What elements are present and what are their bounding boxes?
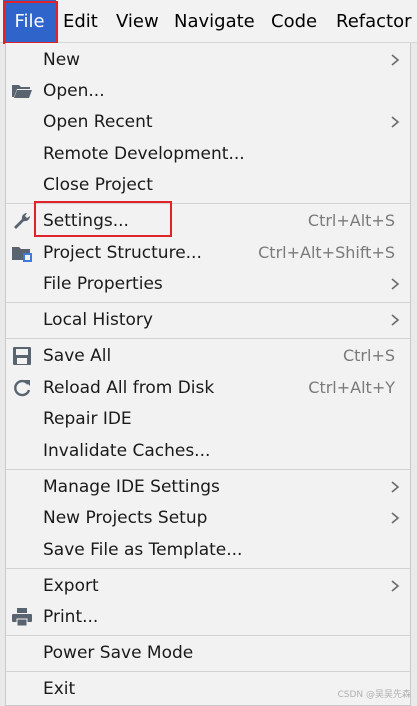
menu-item-label: New Projects Setup [43, 508, 208, 528]
menu-edit[interactable]: Edit [63, 0, 98, 42]
shortcut-label: Ctrl+Alt+Shift+S [258, 243, 395, 262]
menu-item-label: Remote Development... [43, 144, 245, 164]
menu-bar: File Edit View Navigate Code Refactor [0, 0, 417, 43]
menu-item-export[interactable]: Export [6, 571, 410, 601]
watermark: CSDN @吴吴先森 [337, 690, 411, 700]
chevron-right-icon [391, 116, 400, 128]
menu-item-project-structure[interactable]: Project Structure... Ctrl+Alt+Shift+S [6, 238, 410, 268]
menu-separator [6, 469, 410, 470]
menu-item-open-recent[interactable]: Open Recent [6, 107, 410, 137]
menu-item-label: Repair IDE [43, 409, 132, 429]
menu-item-local-history[interactable]: Local History [6, 305, 410, 335]
menu-item-power-save-mode[interactable]: Power Save Mode [6, 638, 410, 668]
menu-item-label: Local History [43, 310, 153, 330]
menu-item-label: File Properties [43, 274, 163, 294]
chevron-right-icon [391, 278, 400, 290]
menu-item-label: Print... [43, 607, 99, 627]
file-menu-dropdown: New Open... Open Recent Remote Developme… [5, 43, 411, 706]
menu-separator [6, 203, 410, 204]
menu-separator [6, 671, 410, 672]
menu-item-label: Exit [43, 679, 76, 699]
chevron-right-icon [391, 54, 400, 66]
menu-navigate[interactable]: Navigate [174, 0, 255, 42]
menu-item-remote-development[interactable]: Remote Development... [6, 139, 410, 169]
menu-separator [6, 635, 410, 636]
folder-open-icon [12, 85, 32, 98]
menu-item-label: Close Project [43, 175, 153, 195]
menu-item-label: Open... [43, 81, 105, 101]
menu-view[interactable]: View [116, 0, 159, 42]
menu-code[interactable]: Code [271, 0, 317, 42]
chevron-right-icon [391, 580, 400, 592]
wrench-icon [14, 212, 31, 229]
menu-item-open[interactable]: Open... [6, 76, 410, 106]
chevron-right-icon [391, 512, 400, 524]
printer-icon [12, 608, 32, 627]
menu-item-manage-ide-settings[interactable]: Manage IDE Settings [6, 472, 410, 502]
menu-item-label: Project Structure... [43, 243, 202, 263]
menu-item-label: Power Save Mode [43, 643, 194, 663]
menu-item-label: Reload All from Disk [43, 378, 215, 398]
menu-item-label: Save All [43, 346, 112, 366]
save-icon [13, 347, 31, 365]
menu-item-reload-all[interactable]: Reload All from Disk Ctrl+Alt+Y [6, 373, 410, 403]
shortcut-label: Ctrl+Alt+Y [308, 378, 395, 397]
menu-item-save-all[interactable]: Save All Ctrl+S [6, 341, 410, 371]
menu-item-save-file-as-template[interactable]: Save File as Template... [6, 535, 410, 565]
shortcut-label: Ctrl+Alt+S [307, 211, 395, 230]
menu-item-close-project[interactable]: Close Project [6, 170, 410, 200]
menu-item-file-properties[interactable]: File Properties [6, 269, 410, 299]
project-structure-icon [12, 247, 32, 262]
menu-item-label: Export [43, 576, 99, 596]
reload-icon [14, 379, 31, 397]
menu-file[interactable]: File [3, 0, 56, 42]
shortcut-label: Ctrl+S [342, 346, 395, 365]
menu-item-label: Save File as Template... [43, 540, 243, 560]
menu-item-label: Manage IDE Settings [43, 477, 220, 497]
menu-item-label: Settings... [43, 211, 129, 231]
menu-item-label: Open Recent [43, 112, 153, 132]
menu-item-repair-ide[interactable]: Repair IDE [6, 404, 410, 434]
chevron-right-icon [391, 314, 400, 326]
menu-item-invalidate-caches[interactable]: Invalidate Caches... [6, 436, 410, 466]
menu-item-label: New [43, 50, 81, 70]
menu-item-new[interactable]: New [6, 45, 410, 75]
menu-refactor[interactable]: Refactor [336, 0, 412, 42]
menu-item-new-projects-setup[interactable]: New Projects Setup [6, 503, 410, 533]
menu-separator [6, 568, 410, 569]
menu-item-print[interactable]: Print... [6, 602, 410, 632]
menu-item-label: Invalidate Caches... [43, 441, 211, 461]
menu-separator [6, 302, 410, 303]
menu-separator [6, 338, 410, 339]
chevron-right-icon [391, 481, 400, 493]
menu-item-settings[interactable]: Settings... Ctrl+Alt+S [6, 206, 410, 236]
